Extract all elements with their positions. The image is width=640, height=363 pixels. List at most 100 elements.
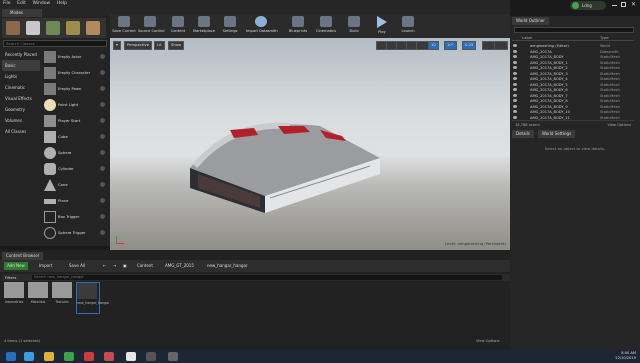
asset-folder-textures[interactable]: Textures — [52, 282, 72, 312]
save-current-button[interactable]: Save Current — [112, 15, 136, 37]
eye-icon[interactable] — [513, 110, 517, 113]
back-arrow-icon[interactable]: ← — [100, 262, 109, 270]
modes-tab[interactable]: Modes — [2, 9, 42, 17]
eye-icon[interactable] — [513, 93, 517, 97]
category-geometry[interactable]: Geometry — [2, 104, 40, 115]
outliner-search-input[interactable] — [514, 27, 634, 33]
category-lights[interactable]: Lights — [2, 71, 40, 82]
paint-mode-icon[interactable] — [26, 21, 40, 35]
save-all-button[interactable]: Save All — [66, 262, 88, 270]
world-settings-tab[interactable]: World Settings — [538, 130, 576, 138]
eye-icon[interactable] — [513, 99, 517, 102]
asset-folder-geometries[interactable]: Geometries — [4, 282, 24, 312]
placeable-empty-actor[interactable]: Empty Actor — [42, 50, 108, 65]
menu-file[interactable]: File — [3, 1, 11, 6]
placeable-cylinder[interactable]: Cylinder — [42, 162, 108, 177]
maximize-icon[interactable] — [621, 2, 626, 7]
asset-search-input[interactable]: Search new_hangar_hangar — [32, 275, 502, 280]
marketplace-button[interactable]: Marketplace — [192, 15, 216, 37]
forward-arrow-icon[interactable]: → — [110, 262, 119, 270]
content-browser-tab[interactable]: Content Browser — [2, 252, 44, 260]
media-icon[interactable] — [104, 352, 114, 361]
unreal-icon[interactable] — [126, 352, 136, 361]
import-button[interactable]: Import — [36, 262, 55, 270]
source-control-button[interactable]: Source Control — [138, 15, 164, 37]
cinematics-button[interactable]: Cinematics — [314, 15, 338, 37]
placeable-player-start[interactable]: Player Start — [42, 114, 108, 129]
class-search-input[interactable]: Search Classes — [3, 40, 107, 47]
asset-hangar-mesh[interactable]: new_hangar_hangar — [76, 282, 109, 314]
category-volumes[interactable]: Volumes — [2, 115, 40, 126]
category-visual-effects[interactable]: Visual Effects — [2, 93, 40, 104]
eye-icon[interactable] — [513, 71, 517, 75]
eye-icon[interactable] — [513, 60, 517, 64]
cb-view-options[interactable]: View Options — [476, 339, 500, 343]
add-new-button[interactable]: Add New — [4, 262, 28, 270]
show-button[interactable]: Show — [168, 41, 185, 50]
menu-edit[interactable]: Edit — [17, 1, 26, 6]
folder-icon[interactable]: ▣ — [120, 262, 130, 270]
asset-folder-materials[interactable]: Materials — [28, 282, 48, 312]
breadcrumb-content[interactable]: Content — [134, 262, 156, 270]
lit-button[interactable]: Lit — [154, 41, 165, 50]
placeable-plane[interactable]: Plane — [42, 194, 108, 209]
play-button[interactable]: Play — [370, 15, 394, 37]
level-viewport[interactable]: ▾ Perspective Lit Show 10 10° 0.25 Level… — [110, 38, 510, 250]
details-tab[interactable]: Details — [512, 130, 534, 138]
placeable-point-light[interactable]: Point Light — [42, 98, 108, 113]
user-badge[interactable]: Ldng — [570, 1, 606, 10]
launch-button[interactable]: Launch — [396, 15, 420, 37]
eye-icon[interactable] — [513, 66, 517, 69]
edge-icon[interactable] — [24, 352, 34, 361]
placeable-box-trigger[interactable]: Box Trigger — [42, 210, 108, 225]
eye-icon[interactable] — [513, 77, 517, 80]
rotation-snap-value[interactable]: 10° — [444, 41, 457, 50]
app-icon[interactable] — [168, 352, 178, 361]
world-outliner-tab[interactable]: World Outliner — [512, 17, 549, 25]
breadcrumb-amg-gt[interactable]: AMG_GT_2015 — [162, 262, 197, 270]
eye-icon[interactable] — [513, 104, 517, 108]
category-all-classes[interactable]: All Classes — [2, 126, 40, 137]
import-datasmith-button[interactable]: Import Datasmith — [246, 15, 278, 37]
placeable-cube[interactable]: Cube — [42, 130, 108, 145]
menu-help[interactable]: Help — [57, 1, 67, 6]
placeable-sphere[interactable]: Sphere — [42, 146, 108, 161]
blueprints-button[interactable]: Blueprints — [286, 15, 310, 37]
app-icon[interactable] — [84, 352, 94, 361]
close-icon[interactable]: ✕ — [631, 1, 636, 8]
grid-snap-value[interactable]: 10 — [428, 41, 439, 50]
eye-icon[interactable] — [513, 88, 517, 91]
settings-button[interactable]: Settings — [218, 15, 242, 37]
editor-icon[interactable] — [146, 352, 156, 361]
file-explorer-icon[interactable] — [44, 352, 54, 361]
scale-snap-value[interactable]: 0.25 — [462, 41, 477, 50]
geometry-mode-icon[interactable] — [86, 21, 100, 35]
category-basic[interactable]: Basic — [2, 60, 40, 71]
outliner-col-type[interactable]: Type — [600, 35, 609, 40]
maximize-viewport-icon[interactable] — [494, 41, 508, 50]
outliner-col-label[interactable]: Label — [522, 35, 532, 40]
placeable-empty-pawn[interactable]: Empty Pawn — [42, 82, 108, 97]
perspective-button[interactable]: Perspective — [124, 41, 152, 50]
foliage-mode-icon[interactable] — [66, 21, 80, 35]
placeable-sphere-trigger[interactable]: Sphere Trigger — [42, 226, 108, 241]
placeable-empty-character[interactable]: Empty Character — [42, 66, 108, 81]
eye-icon[interactable] — [513, 115, 517, 119]
eye-icon[interactable] — [513, 82, 517, 86]
category-recently-placed[interactable]: Recently Placed — [2, 49, 40, 60]
menu-window[interactable]: Window — [32, 1, 50, 6]
breadcrumb-hangar[interactable]: new_hangar_hangar — [204, 262, 251, 270]
viewport-menu-button[interactable]: ▾ — [113, 41, 121, 50]
start-icon[interactable] — [6, 352, 16, 361]
category-cinematic[interactable]: Cinematic — [2, 82, 40, 93]
filters-button[interactable]: Filters — [5, 275, 16, 280]
build-button[interactable]: Build — [342, 15, 366, 37]
eye-icon[interactable] — [513, 49, 517, 53]
eye-icon[interactable] — [513, 44, 517, 47]
content-button[interactable]: Content — [166, 15, 190, 37]
chrome-icon[interactable] — [64, 352, 74, 361]
minimize-icon[interactable] — [612, 5, 617, 6]
place-mode-icon[interactable] — [6, 21, 20, 35]
placeable-cone[interactable]: Cone — [42, 178, 108, 193]
eye-icon[interactable] — [513, 55, 517, 58]
